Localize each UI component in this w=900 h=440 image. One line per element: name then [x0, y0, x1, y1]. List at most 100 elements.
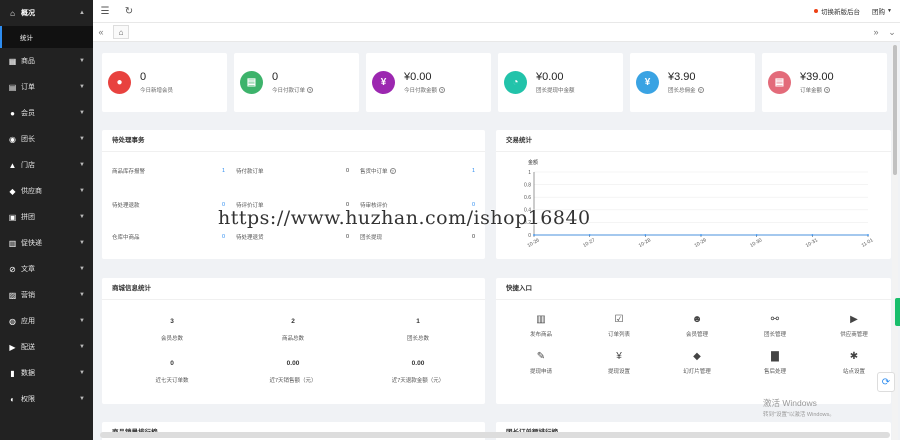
sidebar-item-label: 会员 [21, 110, 35, 117]
pending-item-value[interactable]: 0 [346, 164, 349, 178]
bar-chart-icon: ▇ [771, 351, 779, 362]
chevron-down-icon: ▼ [79, 344, 85, 350]
stat-label-wrap: 今日付款金额? [404, 86, 446, 94]
help-circle-icon: ⟳ [881, 376, 891, 388]
tag-icon: ✎ [536, 351, 546, 362]
pending-tasks-card: 待处理事务 商品库存报警 1 待付款订单 0 售货中订单? 1 待处理退款 0 待评价订单 0 待审… [102, 130, 485, 259]
sidebar-item[interactable]: ▲ 门店 ▼ [0, 152, 93, 178]
vertical-scrollbar-thumb[interactable] [893, 45, 897, 175]
stat-value: ¥39.00 [800, 71, 834, 83]
refresh-icon[interactable]: ↻ [117, 6, 141, 17]
quick-entry-item[interactable]: ⚯ 团长管理 [745, 314, 805, 338]
marketing-icon: ▨ [8, 290, 17, 300]
mall-info-title: 商城信息统计 [102, 278, 485, 300]
help-icon[interactable]: ? [307, 87, 314, 93]
y-tick-label: 0.6 [524, 195, 531, 201]
sidebar-item[interactable]: ◆ 供应商 ▼ [0, 178, 93, 204]
quick-entry-item[interactable]: ▇ 售后处理 [745, 351, 805, 375]
help-icon[interactable]: ? [389, 168, 396, 174]
sidebar-item[interactable]: ◐ 权限 ▼ [0, 386, 93, 412]
sidebar-item-label: 权限 [21, 396, 35, 403]
sidebar-item[interactable]: ⌂ 概况 ▲ [0, 0, 93, 26]
x-tick-label: 10-28 [638, 237, 652, 249]
stat-icon: ¥ [372, 71, 395, 94]
sidebar-item[interactable]: ◉ 团长 ▼ [0, 126, 93, 152]
mall-info-label: 团长总数 [406, 336, 429, 342]
menu-icon[interactable]: ☰ [93, 6, 117, 17]
sidebar-item-label: 团长 [21, 136, 35, 143]
quick-entry-label: 团长管理 [763, 332, 786, 338]
pending-item-label: 待处理退货 [236, 230, 264, 244]
quick-entry-label: 发布商品 [529, 332, 552, 338]
quick-entry-label: 提现申请 [529, 369, 552, 375]
stat-icon: ▤ [240, 71, 263, 94]
quick-entry-item[interactable]: ☻ 会员管理 [667, 314, 727, 338]
sidebar-item[interactable]: ▮ 数据 ▼ [0, 360, 93, 386]
quick-entry-item[interactable]: ▶ 供应商管理 [824, 314, 884, 338]
quick-entry-item[interactable]: ✎ 提现申请 [511, 351, 571, 375]
quick-entry-item[interactable]: ☑ 订单列表 [589, 314, 649, 338]
stat-card: ● 0 今日新增会员 [102, 53, 227, 112]
tab-menu-chevron-icon[interactable]: ⌄ [884, 27, 900, 38]
quick-entry-item[interactable]: ¥ 提现设置 [589, 351, 649, 375]
chevron-down-icon: ▼ [79, 162, 85, 168]
stat-label: 订单金额 [800, 88, 823, 94]
stat-card: ¥ ¥0.00 今日付款金额? [366, 53, 491, 112]
pending-item-label: 待处理退款 [112, 198, 140, 212]
stat-value: ¥3.90 [668, 71, 696, 83]
help-icon[interactable]: ? [824, 87, 831, 93]
sidebar-item[interactable]: ▤ 订单 ▼ [0, 74, 93, 100]
sidebar-item[interactable]: ▦ 商品 ▼ [0, 48, 93, 74]
chevron-down-icon: ▼ [79, 266, 85, 272]
home-tab[interactable]: ⌂ [113, 25, 129, 39]
quick-entry-item[interactable]: ◆ 幻灯片管理 [667, 351, 727, 375]
pending-item-value[interactable]: 0 [472, 230, 475, 244]
notice-dot [814, 9, 819, 13]
stat-text: 0 今日付款订单? [272, 71, 314, 94]
sidebar-subitem-stats[interactable]: 统计 [0, 26, 93, 48]
org-icon: ⚯ [770, 314, 780, 325]
stat-label-wrap: 今日付款订单? [272, 86, 314, 94]
user-menu[interactable]: 团购 ▼ [872, 6, 892, 16]
series-point [755, 234, 758, 236]
sidebar-item-label: 应用 [21, 318, 35, 325]
quick-entry-item[interactable]: ▥ 发布商品 [511, 314, 571, 338]
horizontal-scrollbar[interactable] [100, 432, 890, 438]
stat-card: ▤ 0 今日付款订单? [234, 53, 359, 112]
stat-icon: ◔ [504, 71, 527, 94]
x-tick-label: 10-30 [749, 237, 763, 249]
pending-item-text: 仓库中商品 [112, 235, 140, 241]
goods-icon: ▦ [8, 56, 17, 66]
side-feedback-tab[interactable] [895, 298, 900, 326]
help-icon[interactable]: ? [697, 87, 704, 93]
help-icon[interactable]: ? [439, 87, 446, 93]
pending-item-value[interactable]: 1 [222, 164, 225, 178]
y-tick-label: 1 [528, 170, 531, 176]
quick-entry-item[interactable]: ✱ 站点设置 [824, 351, 884, 375]
sidebar-item[interactable]: ▥ 促快递 ▼ [0, 230, 93, 256]
supplier-icon: ◆ [9, 186, 16, 196]
scroll-right-icon[interactable]: » [868, 27, 884, 38]
mall-info-cell: 0.00 近7天销售额（元） [233, 360, 353, 384]
pending-item-text: 待处理退款 [112, 203, 140, 209]
clipboard-icon: ☑ [614, 314, 624, 325]
pending-item-value[interactable]: 1 [472, 164, 475, 178]
scroll-left-icon[interactable]: « [93, 27, 109, 37]
chevron-down-icon: ▼ [79, 292, 85, 298]
mall-info-value: 2 [291, 318, 295, 325]
mall-info-value: 0.00 [286, 360, 300, 367]
store-icon: ▲ [8, 160, 17, 170]
sidebar-item[interactable]: ◍ 应用 ▼ [0, 308, 93, 334]
sidebar-item[interactable]: ▶ 配送 ▼ [0, 334, 93, 360]
chevron-down-icon: ▼ [887, 8, 892, 14]
pending-item-value[interactable]: 0 [346, 230, 349, 244]
sidebar-item[interactable]: ▨ 营销 ▼ [0, 282, 93, 308]
chevron-down-icon: ▼ [79, 370, 85, 376]
switch-backend-link[interactable]: 切换新版后台 [814, 6, 860, 16]
sidebar-item[interactable]: ▣ 拼团 ▼ [0, 204, 93, 230]
floating-help-button[interactable]: ⟳ [877, 372, 895, 392]
sidebar-item[interactable]: ⊘ 文章 ▼ [0, 256, 93, 282]
sidebar-item[interactable]: ● 会员 ▼ [0, 100, 93, 126]
pending-item-value[interactable]: 0 [222, 230, 225, 244]
stat-card: ◔ ¥0.00 团长提现中金额 [498, 53, 623, 112]
